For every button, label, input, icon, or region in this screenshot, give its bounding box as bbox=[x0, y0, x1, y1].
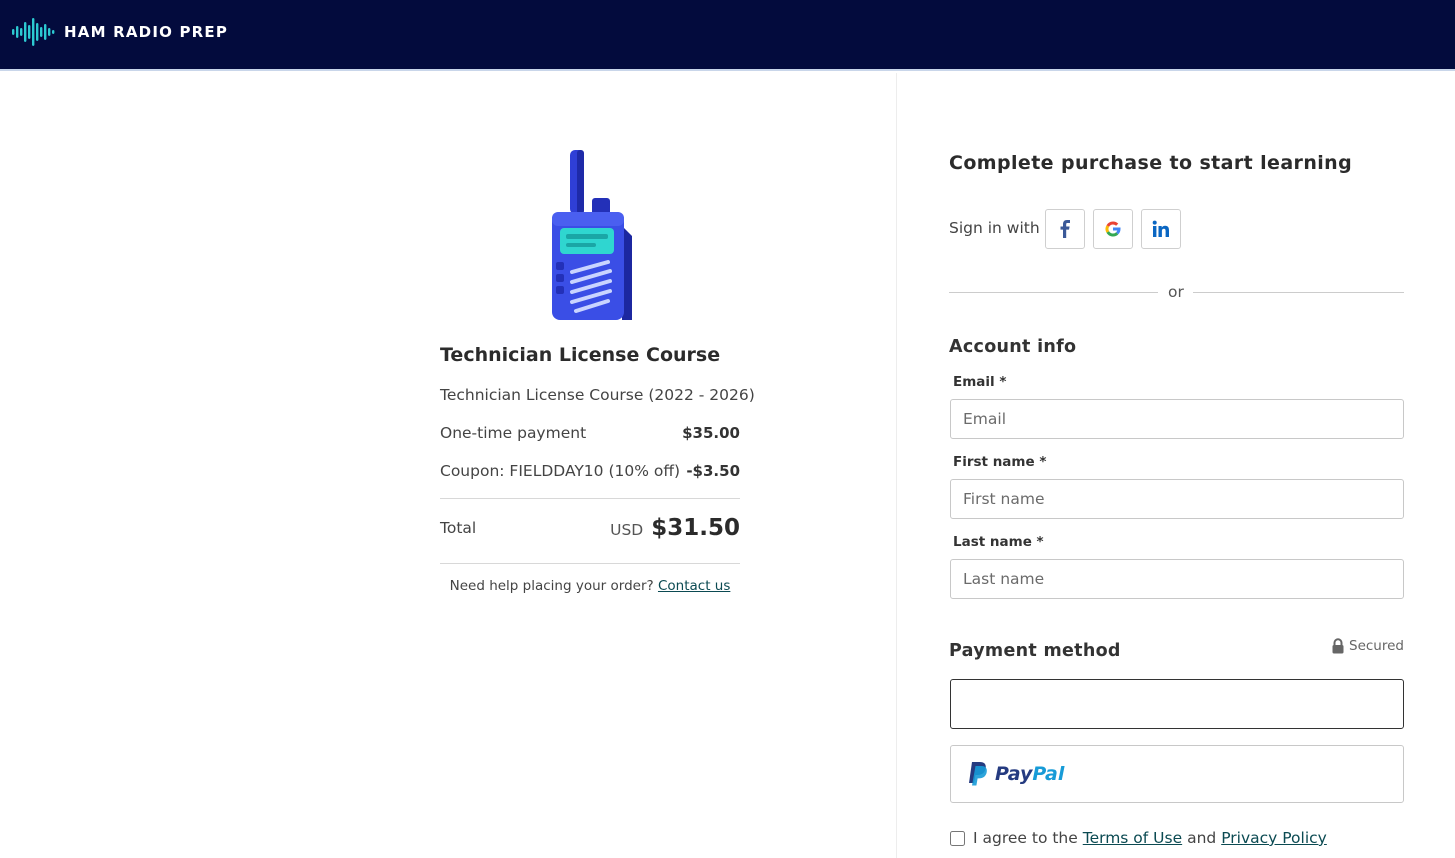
first-name-label: First name * bbox=[953, 454, 1047, 470]
total-amount: $31.50 bbox=[651, 515, 740, 541]
paypal-icon bbox=[969, 762, 987, 786]
help-question: Need help placing your order? bbox=[449, 578, 654, 594]
linkedin-sign-in-button[interactable] bbox=[1141, 209, 1181, 249]
coupon-label: Coupon: FIELDDAY10 (10% off) bbox=[440, 462, 681, 480]
terms-agreement: I agree to the Terms of Use and Privacy … bbox=[950, 829, 1327, 847]
coupon-amount: -$3.50 bbox=[686, 462, 740, 480]
column-divider bbox=[896, 73, 897, 858]
agree-prefix: I agree to the bbox=[973, 829, 1078, 847]
waveform-icon bbox=[12, 18, 55, 46]
handheld-radio-image bbox=[552, 150, 632, 320]
last-name-field[interactable] bbox=[950, 559, 1404, 599]
last-name-label: Last name * bbox=[953, 534, 1044, 550]
privacy-policy-link[interactable]: Privacy Policy bbox=[1221, 829, 1327, 847]
linkedin-icon bbox=[1152, 220, 1169, 237]
course-subtitle: Technician License Course (2022 - 2026) bbox=[440, 386, 755, 404]
payment-method-title: Payment method bbox=[949, 641, 1121, 661]
brand-name: HAM RADIO PREP bbox=[64, 23, 229, 41]
sign-in-label: Sign in with bbox=[949, 219, 1040, 237]
secured-text: Secured bbox=[1349, 638, 1404, 654]
account-info-title: Account info bbox=[949, 337, 1077, 357]
secured-indicator: Secured bbox=[1331, 638, 1404, 654]
payment-label: One-time payment bbox=[440, 424, 587, 442]
total-line: Total USD $31.50 bbox=[440, 515, 740, 541]
contact-us-link[interactable]: Contact us bbox=[658, 578, 730, 594]
summary-divider bbox=[440, 498, 740, 499]
payment-amount: $35.00 bbox=[682, 424, 740, 442]
first-name-field[interactable] bbox=[950, 479, 1404, 519]
email-label: Email * bbox=[953, 374, 1007, 390]
brand-logo-link[interactable]: HAM RADIO PREP bbox=[12, 17, 228, 47]
or-text: or bbox=[1168, 283, 1184, 301]
facebook-sign-in-button[interactable] bbox=[1045, 209, 1085, 249]
or-divider-right bbox=[1193, 292, 1404, 293]
google-sign-in-button[interactable] bbox=[1093, 209, 1133, 249]
agree-checkbox[interactable] bbox=[950, 830, 965, 846]
top-navigation-bar: HAM RADIO PREP bbox=[0, 0, 1455, 71]
total-divider bbox=[440, 563, 740, 564]
or-divider-left bbox=[949, 292, 1158, 293]
course-title: Technician License Course bbox=[440, 344, 721, 366]
card-payment-field[interactable] bbox=[950, 679, 1404, 729]
facebook-icon bbox=[1060, 220, 1070, 238]
paypal-button[interactable]: PayPal bbox=[950, 745, 1404, 803]
help-text: Need help placing your order? Contact us bbox=[440, 578, 740, 594]
coupon-line: Coupon: FIELDDAY10 (10% off) -$3.50 bbox=[440, 462, 740, 480]
checkout-title: Complete purchase to start learning bbox=[949, 152, 1353, 174]
total-label: Total bbox=[440, 519, 477, 537]
paypal-wordmark: PayPal bbox=[995, 763, 1065, 785]
lock-icon bbox=[1332, 638, 1344, 654]
terms-of-use-link[interactable]: Terms of Use bbox=[1083, 829, 1182, 847]
google-icon bbox=[1105, 221, 1121, 237]
total-currency: USD bbox=[610, 521, 644, 539]
payment-line: One-time payment $35.00 bbox=[440, 424, 740, 442]
agree-and: and bbox=[1187, 829, 1217, 847]
email-field[interactable] bbox=[950, 399, 1404, 439]
